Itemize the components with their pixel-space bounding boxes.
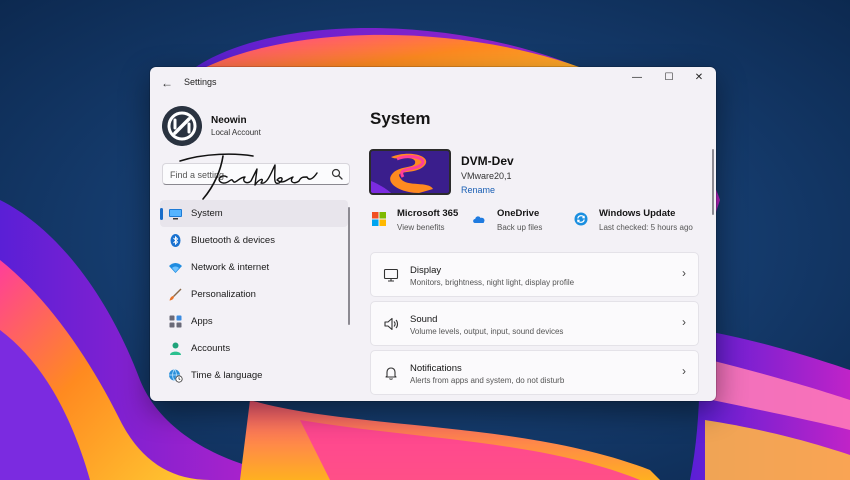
speaker-icon bbox=[384, 317, 399, 331]
device-model: VMware20,1 bbox=[461, 171, 512, 181]
card-subtitle: Volume levels, output, input, sound devi… bbox=[410, 327, 564, 336]
profile-name: Neowin bbox=[211, 115, 247, 126]
sidebar-item-label: Accounts bbox=[191, 343, 231, 354]
microsoft-365-link[interactable]: Microsoft 365 View benefits bbox=[372, 208, 470, 238]
profile-account-type: Local Account bbox=[211, 128, 261, 137]
quick-link-subtitle: Last checked: 5 hours ago bbox=[599, 223, 693, 232]
onedrive-link[interactable]: OneDrive Back up files bbox=[472, 208, 570, 238]
bluetooth-icon bbox=[170, 234, 181, 247]
card-subtitle: Alerts from apps and system, do not dist… bbox=[410, 376, 565, 385]
settings-window: ← Settings — ☐ ✕ Neowin Local Account Fi… bbox=[150, 67, 716, 401]
card-title: Display bbox=[410, 265, 442, 276]
sidebar-item-accounts[interactable]: Accounts bbox=[160, 335, 348, 362]
avatar[interactable] bbox=[162, 106, 202, 146]
card-title: Sound bbox=[410, 314, 438, 325]
neowin-logo-icon bbox=[162, 106, 202, 146]
system-icon bbox=[169, 209, 182, 220]
bell-icon bbox=[385, 367, 397, 380]
quick-link-subtitle: Back up files bbox=[497, 223, 543, 232]
windows-update-link[interactable]: Windows Update Last checked: 5 hours ago bbox=[574, 208, 702, 238]
sidebar-item-label: Time & language bbox=[191, 370, 263, 381]
minimize-button[interactable]: — bbox=[620, 67, 654, 89]
onedrive-icon bbox=[473, 216, 485, 223]
maximize-button[interactable]: ☐ bbox=[652, 67, 686, 89]
search-icon bbox=[331, 168, 343, 180]
notifications-settings-card[interactable]: Notifications Alerts from apps and syste… bbox=[370, 350, 699, 395]
sidebar-item-system[interactable]: System bbox=[160, 200, 348, 227]
display-settings-card[interactable]: Display Monitors, brightness, night ligh… bbox=[370, 252, 699, 297]
chevron-right-icon: › bbox=[682, 266, 686, 280]
display-icon bbox=[383, 268, 399, 282]
apps-icon bbox=[169, 315, 182, 328]
chevron-right-icon: › bbox=[682, 364, 686, 378]
page-title: System bbox=[370, 109, 431, 128]
title-bar[interactable]: ← Settings — ☐ ✕ bbox=[150, 67, 716, 99]
close-button[interactable]: ✕ bbox=[682, 67, 716, 89]
device-thumbnail bbox=[369, 149, 451, 195]
app-title: Settings bbox=[184, 77, 217, 87]
wallpaper-preview-icon bbox=[371, 151, 449, 193]
sidebar-scrollbar[interactable] bbox=[348, 207, 350, 325]
device-name: DVM-Dev bbox=[461, 154, 514, 168]
brush-icon bbox=[169, 288, 182, 301]
quick-link-title: Windows Update bbox=[599, 208, 676, 219]
sidebar-item-label: Apps bbox=[191, 316, 213, 327]
sidebar-item-label: Bluetooth & devices bbox=[191, 235, 275, 246]
back-arrow-icon[interactable]: ← bbox=[158, 75, 176, 91]
quick-link-subtitle: View benefits bbox=[397, 223, 445, 232]
sidebar-item-label: Network & internet bbox=[191, 262, 270, 273]
windows-update-icon bbox=[574, 212, 588, 226]
sidebar-item-time-language[interactable]: Time & language bbox=[160, 362, 348, 389]
sidebar-item-label: System bbox=[191, 208, 223, 219]
person-icon bbox=[170, 342, 181, 355]
main-scrollbar[interactable] bbox=[712, 149, 714, 215]
sidebar-nav: System Bluetooth & devices Network & int… bbox=[160, 200, 350, 389]
card-subtitle: Monitors, brightness, night light, displ… bbox=[410, 278, 575, 287]
sidebar-item-bluetooth[interactable]: Bluetooth & devices bbox=[160, 227, 348, 254]
globe-clock-icon bbox=[169, 369, 183, 383]
quick-link-title: OneDrive bbox=[497, 208, 540, 219]
chevron-right-icon: › bbox=[682, 315, 686, 329]
rename-link[interactable]: Rename bbox=[461, 185, 495, 195]
card-title: Notifications bbox=[410, 363, 462, 374]
sidebar-item-label: Personalization bbox=[191, 289, 256, 300]
microsoft-icon bbox=[372, 212, 386, 226]
sound-settings-card[interactable]: Sound Volume levels, output, input, soun… bbox=[370, 301, 699, 346]
search-placeholder: Find a setting bbox=[170, 170, 225, 180]
wifi-icon bbox=[169, 263, 182, 273]
search-input[interactable]: Find a setting bbox=[162, 163, 350, 185]
sidebar-item-personalization[interactable]: Personalization bbox=[160, 281, 348, 308]
sidebar-item-network[interactable]: Network & internet bbox=[160, 254, 348, 281]
sidebar-item-apps[interactable]: Apps bbox=[160, 308, 348, 335]
quick-link-title: Microsoft 365 bbox=[397, 208, 459, 219]
